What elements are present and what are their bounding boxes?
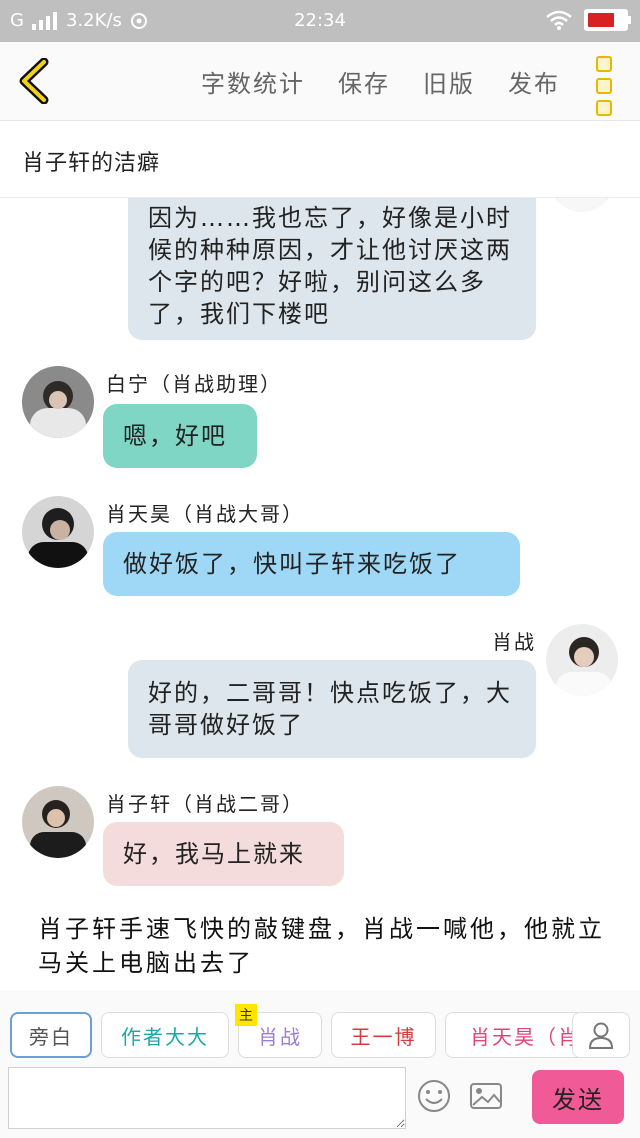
message-bubble-left[interactable]: 好，我马上就来 — [103, 822, 344, 886]
sender-name: 肖天昊（肖战大哥） — [106, 502, 304, 526]
old-version-button[interactable]: 旧版 — [423, 64, 475, 99]
person-avatar-icon — [22, 786, 94, 858]
chip-label: 旁白 — [29, 1024, 73, 1049]
character-chip-author[interactable]: 作者大大 — [101, 1012, 229, 1058]
smile-icon — [418, 1080, 450, 1112]
manage-characters-button[interactable] — [572, 1012, 630, 1058]
person-avatar-icon — [548, 198, 616, 212]
avatar[interactable] — [22, 366, 94, 438]
character-selector: 旁白 作者大大 肖战 主 王一博 肖天昊（肖 — [0, 990, 640, 1062]
avatar[interactable] — [546, 624, 618, 696]
status-bar: G 3.2K/s 22:34 — [0, 0, 640, 42]
chip-label: 肖天昊（肖 — [470, 1024, 580, 1049]
narration-text[interactable]: 肖子轩手速飞快的敲键盘，肖战一喊他，他就立马关上电脑出去了 — [38, 912, 608, 980]
publish-button[interactable]: 发布 — [508, 64, 560, 99]
toolbar-actions: 字数统计 保存 旧版 发布 — [201, 64, 560, 99]
message-text: 因为……我也忘了，好像是小时候的种种原因，才让他讨厌这两个字的吧？好啦，别问这么… — [148, 204, 512, 328]
send-button[interactable]: 发送 — [532, 1070, 624, 1124]
status-right — [546, 9, 631, 31]
more-dot-icon — [596, 100, 612, 116]
main-character-badge: 主 — [235, 1004, 257, 1026]
message-text: 嗯，好吧 — [123, 422, 227, 450]
message-bubble-right[interactable]: 好的，二哥哥！快点吃饭了，大哥哥做好饭了 — [128, 660, 536, 758]
person-icon — [588, 1022, 614, 1049]
avatar[interactable] — [22, 496, 94, 568]
image-button[interactable] — [468, 1078, 508, 1118]
message-text: 好的，二哥哥！快点吃饭了，大哥哥做好饭了 — [148, 679, 512, 739]
message-text: 好，我马上就来 — [123, 840, 305, 868]
chevron-left-icon — [19, 57, 49, 105]
chat-area[interactable]: 因为……我也忘了，好像是小时候的种种原因，才让他讨厌这两个字的吧？好啦，别问这么… — [0, 198, 640, 990]
character-chip-xiaotianhao[interactable]: 肖天昊（肖 — [445, 1012, 585, 1058]
message-bubble-left[interactable]: 做好饭了，快叫子轩来吃饭了 — [103, 532, 520, 596]
person-avatar-icon — [22, 366, 94, 438]
message-bubble-left[interactable]: 嗯，好吧 — [103, 404, 257, 468]
send-label: 发送 — [552, 1085, 604, 1114]
battery-icon — [584, 9, 631, 31]
more-dot-icon — [596, 78, 612, 94]
message-bubble-right[interactable]: 因为……我也忘了，好像是小时候的种种原因，才让他讨厌这两个字的吧？好啦，别问这么… — [128, 198, 536, 340]
story-title-bar[interactable]: 肖子轩的洁癖 — [0, 121, 640, 198]
message-text: 做好饭了，快叫子轩来吃饭了 — [123, 550, 461, 578]
person-avatar-icon — [22, 496, 94, 568]
person-avatar-icon — [546, 624, 618, 696]
avatar[interactable] — [22, 786, 94, 858]
editor-toolbar: 字数统计 保存 旧版 发布 — [0, 42, 640, 121]
sender-name: 肖战 — [492, 630, 536, 654]
message-input[interactable] — [8, 1067, 406, 1129]
image-icon — [470, 1083, 502, 1109]
chip-label: 肖战 — [258, 1024, 302, 1049]
composer-bar: 发送 — [0, 1062, 640, 1138]
story-title: 肖子轩的洁癖 — [22, 151, 161, 176]
avatar[interactable] — [548, 198, 616, 212]
sender-name: 白宁（肖战助理） — [106, 372, 282, 396]
chip-label: 作者大大 — [121, 1024, 209, 1049]
back-button[interactable] — [16, 57, 52, 105]
character-chip-wangyibo[interactable]: 王一博 — [331, 1012, 436, 1058]
wifi-icon — [546, 10, 572, 30]
word-count-button[interactable]: 字数统计 — [201, 64, 305, 99]
save-button[interactable]: 保存 — [338, 64, 390, 99]
character-chip-narrator[interactable]: 旁白 — [10, 1012, 92, 1058]
more-dot-icon — [596, 56, 612, 72]
sender-name: 肖子轩（肖战二哥） — [106, 792, 304, 816]
emoji-button[interactable] — [416, 1078, 456, 1118]
more-menu-button[interactable] — [596, 56, 612, 116]
clock: 22:34 — [294, 10, 346, 31]
chip-label: 王一博 — [350, 1024, 417, 1049]
